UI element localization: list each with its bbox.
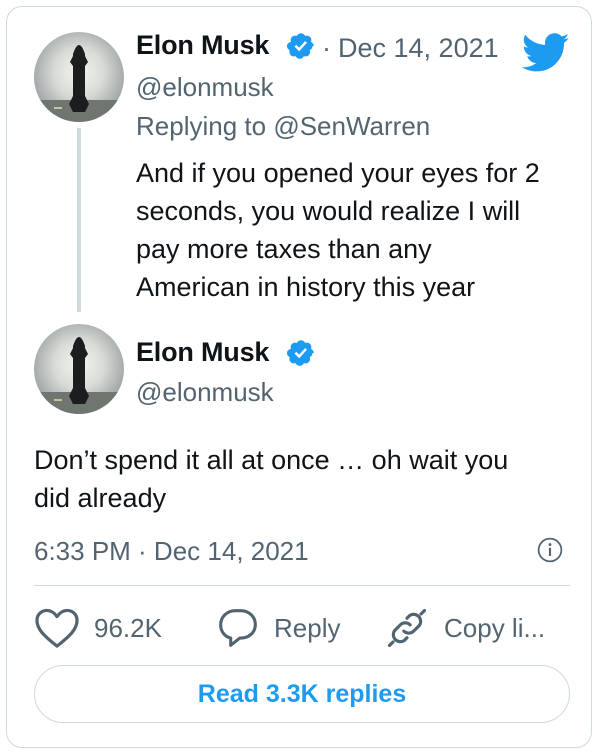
replying-to-line: Replying to @SenWarren xyxy=(136,111,430,142)
like-count: 96.2K xyxy=(94,612,162,643)
tweet-text-line: seconds, you would realize I will xyxy=(136,196,521,226)
separator-dot: · xyxy=(322,33,331,63)
reply-label: Reply xyxy=(274,612,341,643)
author-name[interactable]: Elon Musk xyxy=(136,337,269,368)
twitter-bird-icon[interactable] xyxy=(522,33,570,73)
reply-button[interactable]: Reply xyxy=(216,604,340,652)
read-replies-button[interactable]: Read 3.3K replies xyxy=(34,665,570,723)
info-icon[interactable] xyxy=(537,537,563,563)
tweet-text-line: pay more taxes than any xyxy=(136,234,432,264)
like-button[interactable]: 96.2K xyxy=(34,604,162,652)
tweet-text-line: And if you opened your eyes for 2 xyxy=(136,158,540,188)
replying-to-prefix: Replying to xyxy=(136,111,267,141)
speech-bubble-icon xyxy=(219,609,257,647)
avatar[interactable] xyxy=(34,324,124,414)
tweet-date[interactable]: Dec 14, 2021 xyxy=(338,33,499,64)
tweet-text-line: did already xyxy=(34,483,167,513)
avatar[interactable] xyxy=(34,32,124,122)
copy-link-label: Copy li... xyxy=(444,612,546,643)
tweet-text-line: Don’t spend it all at once … oh wait you xyxy=(34,445,509,475)
heart-icon xyxy=(35,608,79,648)
parent-tweet-text: And if you opened your eyes for 2 second… xyxy=(136,154,576,306)
thread-connector-line xyxy=(77,128,81,312)
copy-link-button[interactable]: Copy li... xyxy=(384,604,545,652)
author-name[interactable]: Elon Musk xyxy=(136,30,269,61)
tweet-text-line: American in history this year xyxy=(136,272,476,302)
link-icon xyxy=(387,608,427,648)
verified-badge-icon xyxy=(286,33,314,59)
author-handle[interactable]: @elonmusk xyxy=(136,377,274,408)
verified-badge-icon xyxy=(286,340,314,366)
tweet-timestamp[interactable]: 6:33 PM · Dec 14, 2021 xyxy=(34,536,309,567)
main-tweet-text: Don’t spend it all at once … oh wait you… xyxy=(34,441,564,517)
author-handle[interactable]: @elonmusk xyxy=(136,72,274,103)
replying-to-handle[interactable]: @SenWarren xyxy=(273,111,430,141)
divider xyxy=(34,585,570,586)
